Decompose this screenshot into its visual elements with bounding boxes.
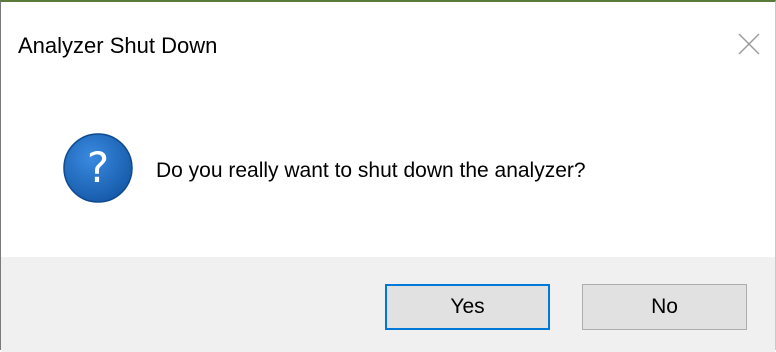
dialog-title: Analyzer Shut Down (18, 33, 218, 58)
shutdown-dialog: Analyzer Shut Down ? Do you really want … (0, 0, 776, 352)
dialog-content: ? Do you really want to shut down the an… (1, 62, 775, 257)
dialog-message: Do you really want to shut down the anal… (156, 159, 586, 182)
no-button[interactable]: No (582, 284, 747, 330)
close-button[interactable] (729, 24, 769, 62)
close-icon (738, 33, 760, 55)
question-icon: ? (63, 133, 133, 203)
yes-button[interactable]: Yes (385, 284, 550, 330)
dialog-title-bar[interactable]: Analyzer Shut Down (1, 2, 775, 62)
svg-text:?: ? (87, 143, 109, 192)
dialog-footer: Yes No (1, 257, 775, 352)
